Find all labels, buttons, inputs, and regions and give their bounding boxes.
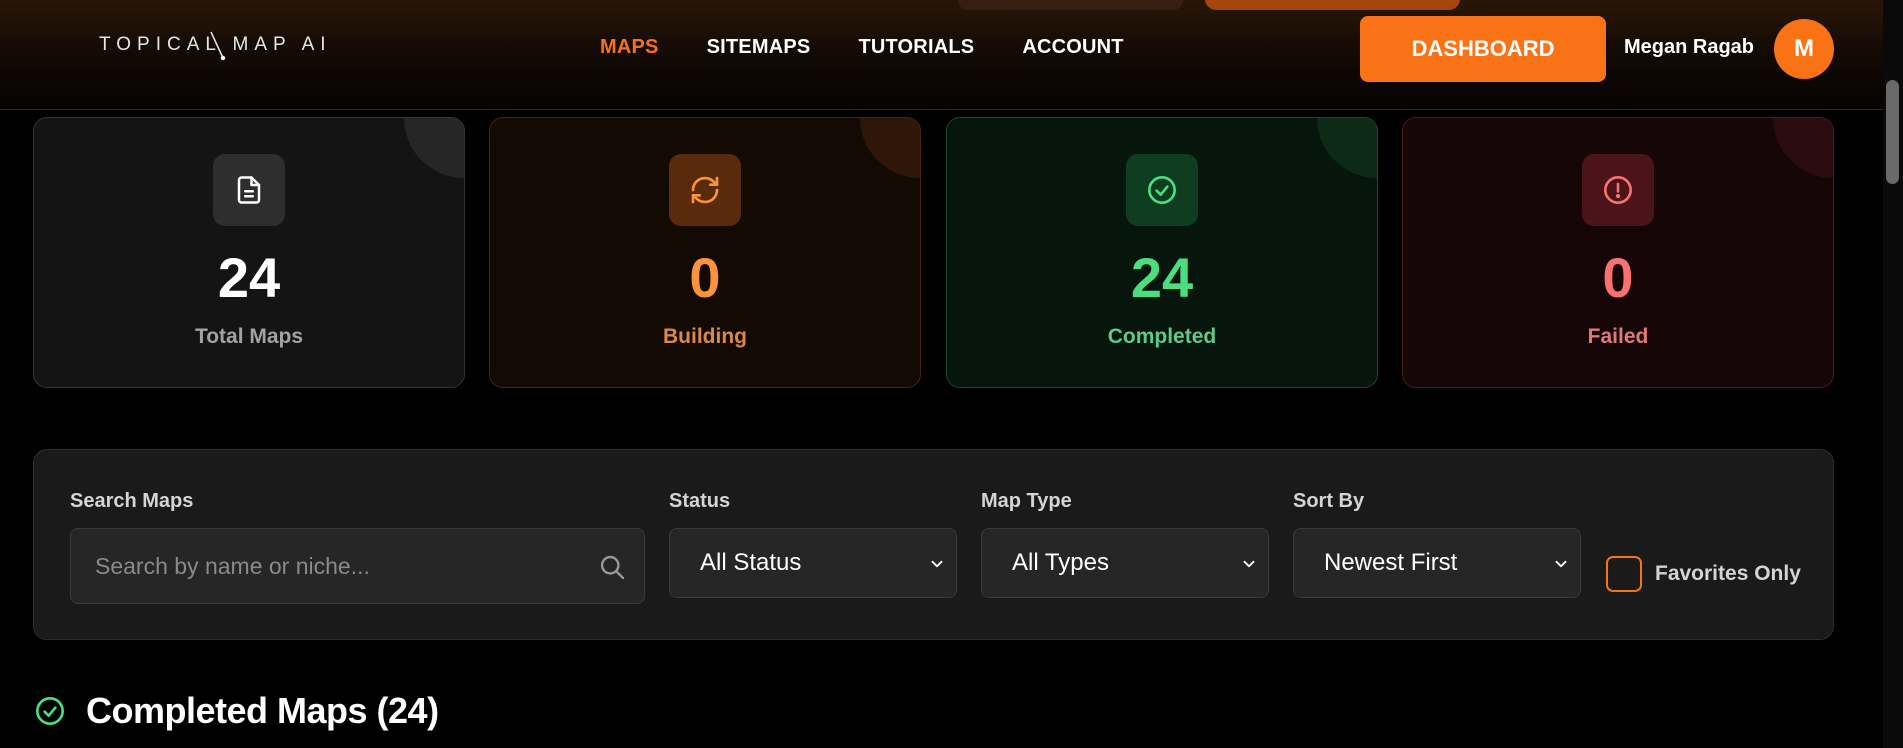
filter-panel: Search Maps Status All Status Map Type A…	[33, 449, 1834, 640]
card-corner-decoration	[1317, 118, 1377, 178]
stat-label: Failed	[1587, 325, 1649, 348]
card-corner-decoration	[1773, 118, 1833, 178]
sort-by-select-value: Newest First	[1324, 549, 1458, 576]
stat-value: 24	[1130, 246, 1194, 309]
nav-item-account[interactable]: ACCOUNT	[1022, 36, 1123, 59]
header-decoration	[958, 0, 1183, 10]
card-corner-decoration	[404, 118, 464, 178]
search-input[interactable]	[71, 529, 644, 603]
stat-label: Total Maps	[194, 325, 304, 348]
favorites-checkbox[interactable]	[1606, 556, 1642, 592]
check-circle-icon	[1126, 154, 1198, 226]
main-nav: MAPS SITEMAPS TUTORIALS ACCOUNT	[600, 36, 1172, 59]
sort-by-select[interactable]: Newest First	[1293, 528, 1581, 598]
brand-logo[interactable]: TOPICAL MAP AI	[99, 30, 332, 61]
stat-value: 0	[689, 246, 721, 309]
sort-by-label: Sort By	[1293, 490, 1365, 512]
stat-card-failed: 0 Failed	[1402, 117, 1834, 388]
nav-item-sitemaps[interactable]: SITEMAPS	[707, 36, 811, 59]
refresh-icon	[669, 154, 741, 226]
map-type-select[interactable]: All Types	[981, 528, 1269, 598]
stat-card-completed: 24 Completed	[946, 117, 1378, 388]
alert-circle-icon	[1582, 154, 1654, 226]
section-header: Completed Maps (24)	[34, 690, 439, 732]
stat-label: Completed	[1107, 325, 1217, 348]
map-type-label: Map Type	[981, 490, 1072, 512]
status-label: Status	[669, 490, 731, 512]
nav-item-tutorials[interactable]: TUTORIALS	[858, 36, 974, 59]
document-icon	[213, 154, 285, 226]
nav-item-maps[interactable]: MAPS	[600, 36, 659, 59]
user-name[interactable]: Megan Ragab	[1624, 36, 1754, 59]
stat-label: Building	[663, 325, 747, 348]
favorites-label: Favorites Only	[1655, 562, 1801, 585]
check-circle-icon	[36, 697, 64, 725]
search-box	[70, 528, 645, 604]
chevron-down-icon	[1243, 560, 1255, 568]
logo-text: TOPICAL MAP AI	[99, 34, 332, 55]
header-decoration-accent	[1205, 0, 1460, 10]
chevron-down-icon	[931, 560, 943, 568]
stat-value: 24	[217, 246, 281, 309]
status-select-value: All Status	[700, 549, 802, 576]
stat-card-building: 0 Building	[489, 117, 921, 388]
favorites-only-toggle[interactable]: Favorites Only	[1606, 556, 1801, 592]
card-corner-decoration	[860, 118, 920, 178]
stat-value: 0	[1602, 246, 1634, 309]
section-title: Completed Maps (24)	[86, 690, 439, 731]
scrollbar-thumb[interactable]	[1886, 80, 1899, 184]
stat-card-total: 24 Total Maps	[33, 117, 465, 388]
dashboard-button[interactable]: DASHBOARD	[1360, 16, 1606, 82]
top-header: TOPICAL MAP AI MAPS SITEMAPS TUTORIALS A…	[0, 0, 1883, 110]
chevron-down-icon	[1555, 560, 1567, 568]
avatar[interactable]: M	[1774, 19, 1834, 79]
search-label: Search Maps	[70, 490, 194, 512]
status-select[interactable]: All Status	[669, 528, 957, 598]
search-icon[interactable]	[598, 553, 626, 581]
map-type-select-value: All Types	[1012, 549, 1109, 576]
